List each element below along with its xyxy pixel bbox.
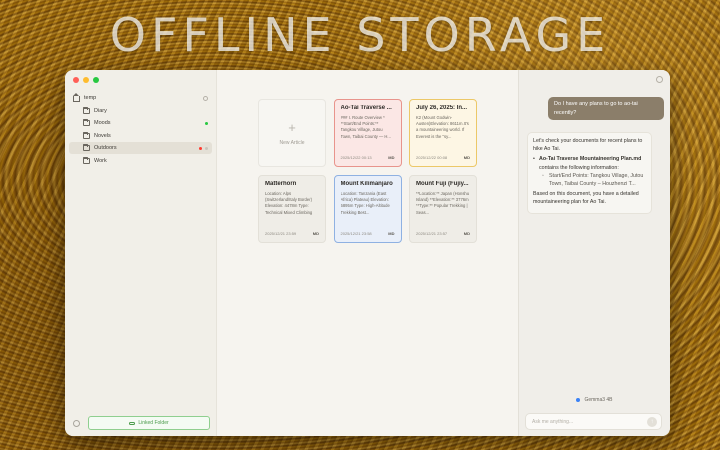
article-card[interactable]: July 26, 2025: In... K2 (Mount Godwin-Au…	[409, 99, 477, 167]
maximize-window-button[interactable]	[93, 77, 99, 83]
sidebar-item-outdoors[interactable]: Outdoors	[69, 142, 212, 154]
file-type-badge: MD	[388, 155, 395, 160]
sidebar-item-label: Outdoors	[94, 145, 117, 151]
close-window-button[interactable]	[73, 77, 79, 83]
file-reference-suffix: contains the following information:	[539, 164, 619, 171]
file-type-badge: MD	[463, 155, 470, 160]
sidebar-item-root[interactable]: temp	[69, 92, 212, 104]
model-selector[interactable]: Gemma3 4B	[519, 397, 670, 403]
new-chat-icon[interactable]	[656, 76, 663, 83]
article-preview: **Location:** Japan (Honshu Island) **El…	[416, 191, 470, 215]
article-preview: ### I. Route Overview * **Start/End Poin…	[340, 115, 391, 139]
article-grid: + New Article Ao-Tai Traverse ... ### I.…	[258, 99, 477, 243]
article-title: Mount Fuji (Fujiy...	[416, 181, 469, 187]
linked-folder-label: Linked Folder	[138, 420, 169, 426]
article-title: Matterhorn	[265, 181, 297, 187]
assistant-message: Let's check your documents for recent pl…	[527, 132, 652, 214]
file-type-badge: MD	[312, 231, 319, 236]
article-card[interactable]: Mount Fuji (Fujiy... **Location:** Japan…	[409, 175, 477, 243]
link-icon	[129, 421, 136, 425]
chat-input-box: ↑	[525, 413, 662, 430]
folder-icon	[83, 156, 90, 164]
assistant-conclusion: Based on this document, you have a detai…	[533, 191, 639, 206]
sidebar-item-label: Moods	[94, 120, 111, 126]
more-options-icon[interactable]	[205, 146, 208, 150]
app-window: temp Diary Moods Novels Outdoors Work Li…	[65, 70, 670, 436]
model-name: Gemma3 4B	[584, 397, 613, 403]
article-date: 2025/12/21 23:58	[340, 231, 372, 236]
linked-folder-button[interactable]: Linked Folder	[88, 416, 210, 430]
sidebar-item-moods[interactable]: Moods	[69, 117, 212, 129]
new-article-label: New Article	[279, 139, 305, 146]
chat-input[interactable]	[532, 418, 647, 425]
assistant-sub-item: Start/End Points: Tangkou Village, Jutou…	[533, 172, 646, 188]
chat-panel: Do I have any plans to go to ao-tai rece…	[518, 70, 670, 436]
new-article-card[interactable]: + New Article	[258, 99, 326, 167]
settings-icon[interactable]	[73, 419, 80, 427]
article-card[interactable]: Mount Kilimanjaro Location: Tanzania (Ea…	[333, 175, 402, 243]
article-preview: Location: Tanzania (East Africa) Plateau…	[340, 191, 390, 215]
folder-icon	[83, 106, 90, 114]
sidebar-item-label: Novels	[94, 132, 111, 139]
root-options-icon[interactable]	[203, 95, 208, 101]
sidebar-item-label: temp	[84, 95, 97, 101]
assistant-intro: Let's check your documents for recent pl…	[533, 138, 643, 153]
file-reference: Ao-Tai Traverse Mountaineering Plan.md	[539, 156, 642, 163]
article-title: Ao-Tai Traverse ...	[340, 105, 392, 111]
window-controls	[73, 77, 99, 83]
folder-tree: temp Diary Moods Novels Outdoors Work	[69, 92, 212, 167]
article-date: 2025/12/21 23:57	[416, 231, 448, 236]
article-date: 2025/12/21 23:59	[265, 231, 297, 236]
sidebar-item-novels[interactable]: Novels	[69, 130, 212, 142]
article-preview: Location: Alps (Switzerland/Italy Border…	[265, 191, 313, 216]
article-title: July 26, 2025: In...	[416, 105, 468, 111]
assistant-list-item: Ao-Tai Traverse Mountaineering Plan.md c…	[533, 155, 646, 171]
plus-icon: +	[288, 119, 296, 135]
folder-icon	[83, 144, 90, 151]
model-status-icon	[576, 398, 581, 402]
article-grid-panel: + New Article Ao-Tai Traverse ... ### I.…	[217, 70, 518, 436]
article-card[interactable]: Matterhorn Location: Alps (Switzerland/I…	[258, 175, 326, 243]
article-card[interactable]: Ao-Tai Traverse ... ### I. Route Overvie…	[333, 99, 402, 167]
sync-status-dot	[205, 121, 208, 125]
send-button[interactable]: ↑	[647, 416, 657, 427]
user-message: Do I have any plans to go to ao-tai rece…	[548, 97, 664, 120]
folder-icon	[83, 119, 90, 126]
sidebar-footer: Linked Folder	[73, 416, 210, 430]
article-date: 2025/12/22 00:13	[340, 155, 372, 160]
sidebar-item-diary[interactable]: Diary	[69, 105, 212, 117]
sidebar: temp Diary Moods Novels Outdoors Work Li…	[65, 70, 217, 436]
sidebar-item-work[interactable]: Work	[69, 155, 212, 167]
folder-icon	[83, 131, 90, 139]
promo-headline: OFFLINE STORAGE	[109, 8, 611, 62]
sync-status-dot	[199, 146, 202, 150]
file-type-badge: MD	[463, 231, 470, 236]
sidebar-item-label: Work	[94, 157, 107, 164]
file-type-badge: MD	[388, 231, 395, 236]
home-icon	[73, 92, 80, 102]
article-preview: K2 (Mount Godwin-Austen)Elevation: 8611m…	[416, 115, 469, 139]
minimize-window-button[interactable]	[83, 77, 89, 83]
article-date: 2025/12/22 00:08	[416, 155, 448, 160]
sidebar-item-label: Diary	[94, 107, 107, 114]
article-title: Mount Kilimanjaro	[340, 181, 393, 187]
